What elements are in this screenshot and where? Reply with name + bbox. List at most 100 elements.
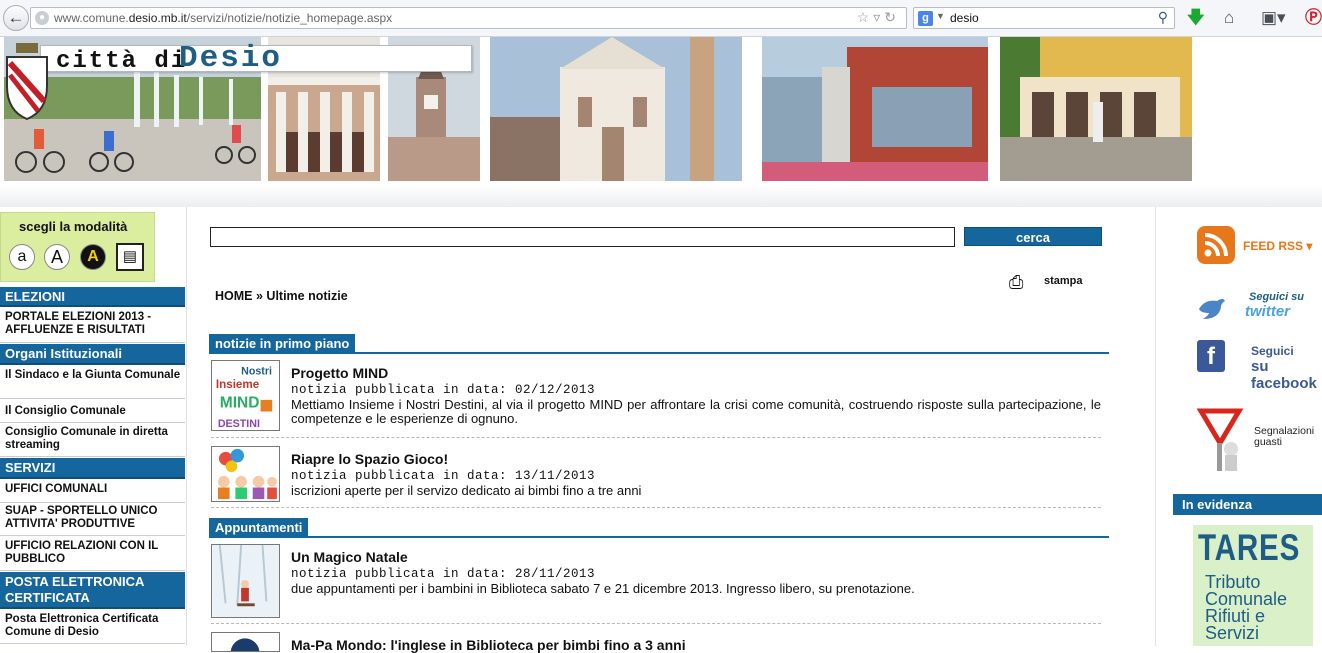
spazio-gioco-thumbnail[interactable]	[211, 446, 280, 502]
city-crest-icon[interactable]	[2, 41, 52, 121]
in-evidenza-header: In evidenza	[1173, 494, 1322, 515]
rss-glyph-icon	[1204, 233, 1228, 257]
section-title: notizie in primo piano	[209, 334, 356, 354]
news-description: due appuntamenti per i bambini in Biblio…	[291, 581, 915, 596]
download-icon[interactable]: 🡇	[1187, 8, 1204, 28]
bookmarks-icon[interactable]: ▣▾	[1261, 8, 1286, 28]
facebook-line2[interactable]: su facebook	[1251, 358, 1322, 392]
city-title-box[interactable]: città di Desio	[40, 41, 472, 76]
sidebar-section-organi: Organi Istituzionali	[0, 344, 185, 365]
city-prefix: città di	[56, 48, 188, 75]
news-item: Nostri Insieme MIND DESTINI Progetto MIN…	[211, 360, 1101, 438]
tares-banner[interactable]: TARES Tributo Comunale Rifiuti e Servizi	[1193, 525, 1313, 646]
photo-modern-building	[762, 37, 988, 181]
news-date: notizia pubblicata in data: 13/11/2013	[291, 469, 596, 483]
sidebar-item-consiglio[interactable]: Il Consiglio Comunale	[0, 403, 185, 423]
mode-high-contrast-button[interactable]: A	[80, 244, 106, 270]
back-arrow-icon[interactable]: ←	[3, 5, 29, 31]
home-icon[interactable]: ⌂	[1224, 8, 1234, 28]
news-date: notizia pubblicata in data: 02/12/2013	[291, 383, 596, 397]
news-description: iscrizioni aperte per il servizo dedicat…	[291, 483, 642, 498]
mode-large-label: A	[50, 247, 63, 267]
news-title[interactable]: Un Magico Natale	[291, 549, 408, 565]
warning-sign-icon[interactable]	[1195, 405, 1247, 475]
svg-text:Insieme: Insieme	[216, 378, 260, 391]
news-item: Ma-Pa Mondo: l'inglese in Biblioteca per…	[211, 632, 1101, 653]
svg-text:Nostri: Nostri	[241, 366, 272, 378]
ma-pa-mondo-thumbnail[interactable]	[211, 632, 280, 652]
segnalazioni-line2: guasti	[1254, 436, 1283, 448]
news-description: Mettiamo Insieme i Nostri Destini, al vi…	[291, 397, 1101, 426]
city-name: Desio	[179, 41, 283, 76]
news-date: notizia pubblicata in data: 28/11/2013	[291, 567, 596, 581]
right-sidebar: FEED RSS ▾ Seguici su twitter f Seguici …	[1157, 207, 1322, 646]
segnalazioni-link[interactable]: Segnalazioni guasti	[1254, 426, 1314, 448]
google-icon[interactable]: g	[918, 11, 933, 26]
photo-basilica	[490, 37, 742, 181]
breadcrumb-home[interactable]: HOME	[215, 289, 253, 303]
site-header-banner: città di Desio	[0, 37, 1322, 207]
sidebar-section-elezioni: ELEZIONI	[0, 287, 185, 307]
rss-label: FEED RSS	[1243, 239, 1304, 253]
pinterest-icon[interactable]: Ⓟ	[1305, 8, 1322, 28]
mind-thumbnail[interactable]: Nostri Insieme MIND DESTINI	[211, 360, 280, 431]
breadcrumb: HOME » Ultime notizie	[215, 289, 348, 303]
search-icon[interactable]: ⚲	[1158, 9, 1168, 26]
news-title[interactable]: Riapre lo Spazio Gioco!	[291, 451, 448, 467]
facebook-icon[interactable]: f	[1197, 340, 1225, 372]
magico-natale-thumbnail[interactable]	[211, 544, 280, 618]
reload-icon[interactable]: ↻	[884, 9, 900, 25]
sidebar-section-pec: POSTA ELETTRONICA CERTIFICATA	[0, 572, 185, 609]
address-bar[interactable]: ● www.comune.desio.mb.it/servizi/notizie…	[30, 7, 907, 29]
mode-small-label: a	[17, 248, 27, 265]
twitter-line2: twitter	[1245, 303, 1290, 320]
sidebar-item-portale-elezioni[interactable]: PORTALE ELEZIONI 2013 - AFFLUENZE E RISU…	[0, 311, 185, 343]
print-icon[interactable]: ⎙	[1009, 272, 1031, 292]
text-only-mode-icon[interactable]: ▤	[116, 243, 144, 271]
twitter-link[interactable]: Seguici su twitter	[1195, 289, 1315, 329]
svg-text:DESTINI: DESTINI	[218, 418, 260, 430]
mode-small-text-button[interactable]: a	[9, 244, 35, 270]
main-content: cerca ⎙ stampa HOME » Ultime notizie not…	[186, 207, 1156, 653]
twitter-line1: Seguici su	[1249, 291, 1305, 303]
tares-line: Servizi	[1205, 623, 1260, 643]
rss-link[interactable]: FEED RSS ▾	[1243, 239, 1312, 253]
chevron-down-icon[interactable]: ▼	[936, 11, 945, 21]
tares-title: TARES	[1198, 527, 1301, 568]
bookmark-star-icon[interactable]: ☆	[857, 9, 874, 25]
sidebar-item-urp[interactable]: UFFICIO RELAZIONI CON IL PUBBLICO	[0, 540, 185, 571]
news-item: Un Magico Natale notizia pubblicata in d…	[211, 544, 1101, 624]
twitter-bird-icon	[1199, 299, 1225, 319]
sidebar-item-sindaco-giunta[interactable]: Il Sindaco e la Giunta Comunale	[0, 369, 185, 399]
dropdown-icon[interactable]: ▿	[873, 9, 884, 25]
url-text: www.comune.desio.mb.it/servizi/notizie/n…	[54, 11, 393, 25]
sidebar-item-streaming[interactable]: Consiglio Comunale in diretta streaming	[0, 426, 185, 457]
news-item: Riapre lo Spazio Gioco! notizia pubblica…	[211, 446, 1101, 508]
news-title[interactable]: Progetto MIND	[291, 365, 388, 381]
url-actions: ☆▿↻	[857, 9, 900, 26]
rss-icon[interactable]	[1197, 226, 1235, 264]
section-title: Appuntamenti	[209, 518, 309, 538]
sidebar-item-uffici[interactable]: UFFICI COMUNALI	[0, 483, 185, 503]
search-button[interactable]: cerca	[964, 227, 1102, 246]
globe-icon: ●	[35, 11, 49, 25]
site-search-input[interactable]	[210, 227, 955, 247]
section-primo-piano: notizie in primo piano	[209, 334, 1109, 354]
facebook-line1[interactable]: Seguici	[1251, 344, 1294, 358]
breadcrumb-separator: »	[255, 289, 263, 303]
sidebar-item-pec[interactable]: Posta Elettronica Certificata Comune di …	[0, 613, 185, 644]
browser-search-input[interactable]: desio	[950, 11, 979, 25]
sidebar-section-servizi: SERVIZI	[0, 458, 185, 479]
svg-text:MIND: MIND	[220, 395, 260, 412]
section-appuntamenti: Appuntamenti	[209, 518, 1109, 538]
display-mode-panel: scegli la modalità a A A ▤	[0, 212, 155, 282]
browser-search-bar[interactable]: g ▼ desio ⚲	[913, 7, 1175, 29]
sidebar-item-suap[interactable]: SUAP - SPORTELLO UNICO ATTIVITA' PRODUTT…	[0, 505, 185, 536]
photo-courtyard	[1000, 37, 1192, 181]
mode-title: scegli la modalità	[19, 219, 128, 234]
tares-subtitle: Tributo Comunale Rifiuti e Servizi	[1205, 573, 1287, 643]
news-title[interactable]: Ma-Pa Mondo: l'inglese in Biblioteca per…	[291, 637, 686, 653]
mode-contrast-label: A	[87, 248, 99, 265]
mode-large-text-button[interactable]: A	[44, 244, 70, 270]
print-link[interactable]: stampa	[1044, 275, 1083, 287]
